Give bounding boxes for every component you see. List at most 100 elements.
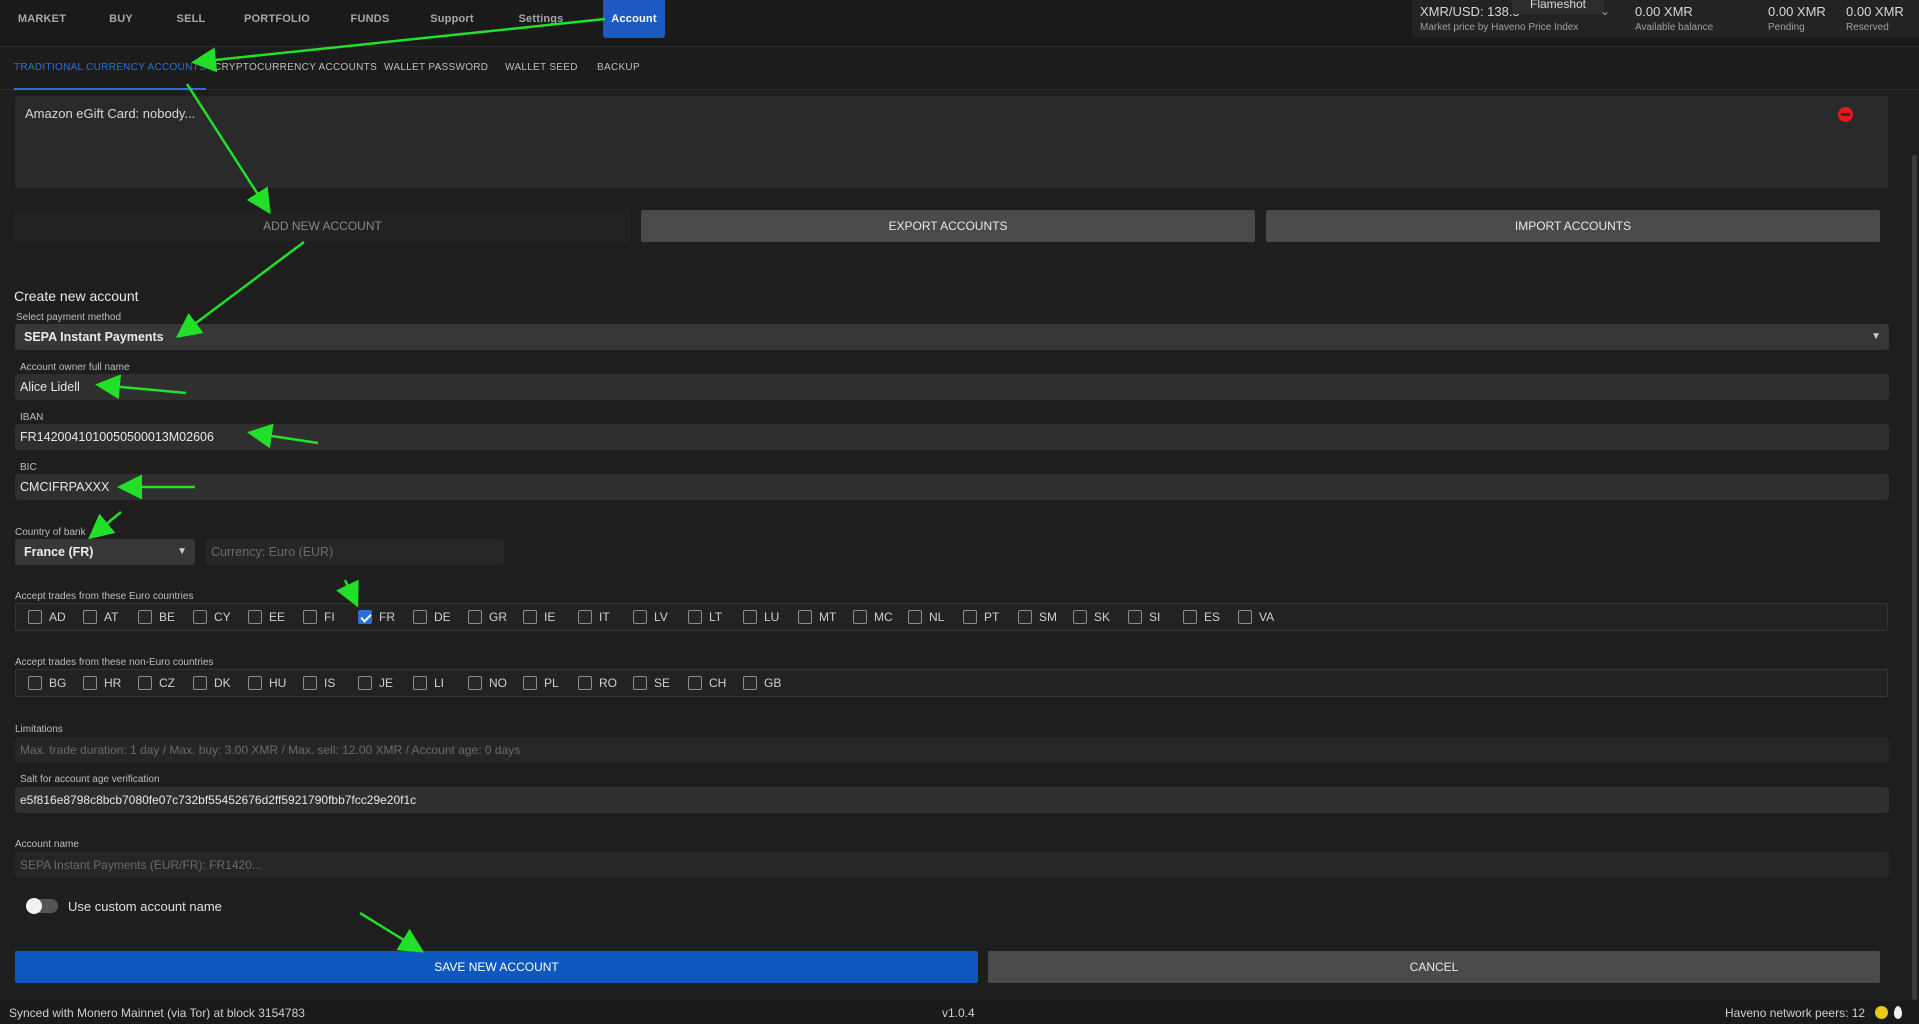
checkbox-label: BG (49, 676, 67, 690)
bic-label: BIC (20, 462, 37, 473)
chevron-down-icon: ▼ (177, 546, 187, 557)
checkbox-label: SE (654, 676, 671, 690)
accounts-list: Amazon eGift Card: nobody... (15, 96, 1888, 188)
status-bar: Synced with Monero Mainnet (via Tor) at … (0, 1001, 1919, 1024)
nav-sell[interactable]: SELL (162, 0, 220, 38)
bic-input[interactable]: CMCIFRPAXXX (15, 474, 1889, 500)
checkbox-box[interactable] (28, 610, 42, 624)
nav-funds[interactable]: FUNDS (338, 0, 402, 38)
checkbox-box[interactable] (578, 610, 592, 624)
available-balance-value: 0.00 XMR (1635, 4, 1693, 19)
account-name-label: Account name (15, 839, 79, 850)
checkbox-box[interactable] (963, 610, 977, 624)
checkbox-box[interactable] (248, 610, 262, 624)
custom-name-toggle[interactable] (26, 898, 58, 914)
nav-buy[interactable]: BUY (92, 0, 150, 38)
account-list-item[interactable]: Amazon eGift Card: nobody... (25, 106, 195, 121)
checkbox-label: JE (379, 676, 394, 690)
save-account-button[interactable]: SAVE NEW ACCOUNT (15, 951, 978, 983)
nav-settings[interactable]: Settings (508, 0, 574, 38)
checkbox-box[interactable] (1183, 610, 1197, 624)
checkbox-label: LU (764, 610, 780, 624)
checkbox-box[interactable] (578, 676, 592, 690)
flameshot-tooltip: Flameshot (1512, 0, 1604, 14)
custom-name-label: Use custom account name (68, 899, 222, 914)
checkbox-label: DE (434, 610, 451, 624)
checkbox-box[interactable] (908, 610, 922, 624)
checkbox-box[interactable] (413, 610, 427, 624)
checkbox-label: AD (49, 610, 66, 624)
checkbox-box[interactable] (358, 610, 372, 624)
checkbox-label: SM (1039, 610, 1057, 624)
checkbox-box[interactable] (1128, 610, 1142, 624)
payment-method-select[interactable]: SEPA Instant Payments ▼ (15, 324, 1889, 350)
account-name-field: SEPA Instant Payments (EUR/FR): FR1420..… (15, 852, 1889, 878)
checkbox-box[interactable] (798, 610, 812, 624)
checkbox-box[interactable] (1018, 610, 1032, 624)
checkbox-label: CH (709, 676, 727, 690)
checkbox-box[interactable] (303, 676, 317, 690)
checkbox-box[interactable] (303, 610, 317, 624)
checkbox-box[interactable] (633, 610, 647, 624)
checkbox-label: SI (1149, 610, 1161, 624)
sync-status: Synced with Monero Mainnet (via Tor) at … (9, 1006, 305, 1020)
currency-field: Currency: Euro (EUR) (206, 539, 504, 565)
checkbox-box[interactable] (138, 676, 152, 690)
owner-name-input[interactable]: Alice Lidell (15, 374, 1889, 400)
checkbox-label: GB (764, 676, 782, 690)
checkbox-box[interactable] (1238, 610, 1252, 624)
price-pair[interactable]: XMR/USD: 138.5 (1420, 4, 1520, 19)
checkbox-box[interactable] (193, 610, 207, 624)
checkbox-box[interactable] (358, 676, 372, 690)
checkbox-box[interactable] (413, 676, 427, 690)
export-accounts-button[interactable]: EXPORT ACCOUNTS (641, 210, 1255, 242)
salt-input[interactable]: e5f816e8798c8bcb7080fe07c732bf55452676d2… (15, 787, 1889, 813)
checkbox-box[interactable] (853, 610, 867, 624)
checkbox-box[interactable] (83, 676, 97, 690)
tab-wallet-seed[interactable]: WALLET SEED (505, 48, 578, 90)
checkbox-label: MC (874, 610, 893, 624)
scrollbar[interactable] (1912, 155, 1917, 1000)
tab-backup[interactable]: BACKUP (597, 48, 640, 90)
checkbox-label: HU (269, 676, 287, 690)
tab-crypto-accounts[interactable]: CRYPTOCURRENCY ACCOUNTS (214, 48, 377, 90)
nav-support[interactable]: Support (420, 0, 484, 38)
country-select[interactable]: France (FR) ▼ (15, 539, 195, 565)
add-account-button[interactable]: ADD NEW ACCOUNT (15, 210, 630, 242)
pending-balance-label: Pending (1768, 22, 1805, 33)
tab-wallet-password[interactable]: WALLET PASSWORD (384, 48, 488, 90)
checkbox-box[interactable] (523, 676, 537, 690)
limitations-label: Limitations (15, 724, 63, 735)
checkbox-box[interactable] (138, 610, 152, 624)
checkbox-label: CZ (159, 676, 175, 690)
checkbox-label: IT (599, 610, 610, 624)
checkbox-box[interactable] (28, 676, 42, 690)
chevron-down-icon[interactable]: ⌄ (1600, 4, 1610, 18)
nav-portfolio[interactable]: PORTFOLIO (238, 0, 316, 38)
cancel-button[interactable]: CANCEL (988, 951, 1880, 983)
checkbox-box[interactable] (743, 610, 757, 624)
iban-input[interactable]: FR1420041010050500013M02606 (15, 424, 1889, 450)
checkbox-box[interactable] (248, 676, 262, 690)
remove-icon[interactable] (1838, 107, 1853, 122)
nav-account[interactable]: Account (603, 0, 665, 38)
checkbox-box[interactable] (523, 610, 537, 624)
checkbox-box[interactable] (468, 610, 482, 624)
country-value: France (FR) (24, 545, 94, 559)
checkbox-label: ES (1204, 610, 1221, 624)
checkbox-box[interactable] (688, 676, 702, 690)
checkbox-box[interactable] (468, 676, 482, 690)
nav-market[interactable]: MARKET (10, 0, 74, 38)
checkbox-box[interactable] (688, 610, 702, 624)
checkbox-box[interactable] (83, 610, 97, 624)
available-balance-label: Available balance (1635, 22, 1714, 33)
checkbox-box[interactable] (633, 676, 647, 690)
tab-traditional-accounts[interactable]: TRADITIONAL CURRENCY ACCOUNTS (14, 48, 207, 90)
checkbox-label: MT (819, 610, 837, 624)
checkbox-box[interactable] (743, 676, 757, 690)
import-accounts-button[interactable]: IMPORT ACCOUNTS (1266, 210, 1880, 242)
price-source: Market price by Haveno Price Index (1420, 22, 1579, 33)
iban-label: IBAN (20, 412, 44, 423)
checkbox-box[interactable] (193, 676, 207, 690)
checkbox-box[interactable] (1073, 610, 1087, 624)
